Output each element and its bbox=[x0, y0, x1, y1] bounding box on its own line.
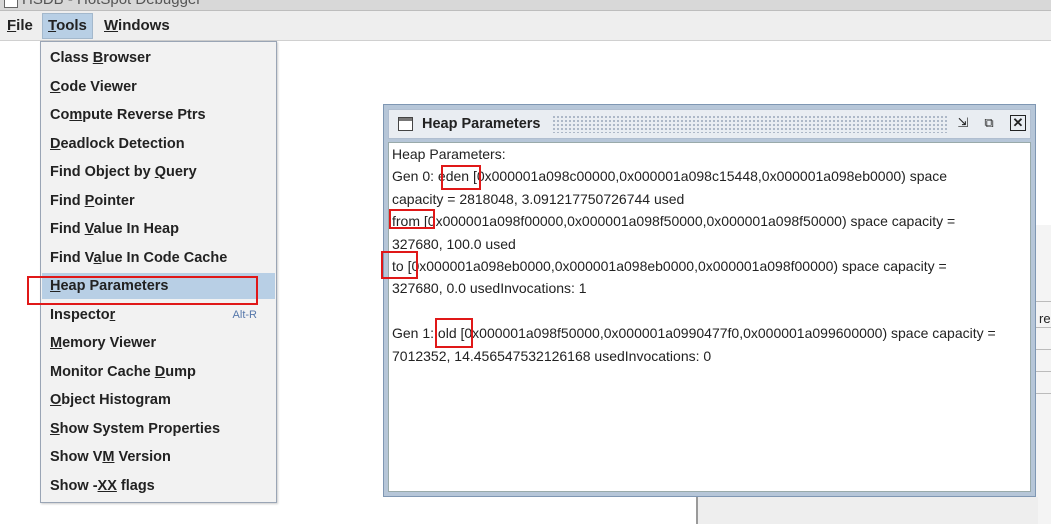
heap-text-line: 7012352, 14.456547532126168 usedInvocati… bbox=[392, 347, 712, 364]
heap-text-line: capacity = 2818048, 3.091217750726744 us… bbox=[392, 190, 685, 207]
menu-bar: File Tools Windows bbox=[0, 11, 1051, 41]
menu-item-find-value-in-code-cache[interactable]: Find Value In Code Cache bbox=[42, 245, 275, 271]
menu-item-label: Find Value In Heap bbox=[50, 221, 179, 237]
heap-parameters-window: Heap Parameters ⇲ ⧉ ✕ Heap Parameters: Ge… bbox=[383, 104, 1036, 497]
menu-item-label: Memory Viewer bbox=[50, 335, 157, 351]
menu-item-label: Inspector bbox=[50, 306, 116, 323]
menu-item-label: Compute Reverse Ptrs bbox=[50, 107, 206, 123]
close-icon[interactable]: ✕ bbox=[1010, 115, 1026, 131]
partial-label: re bbox=[1039, 311, 1051, 326]
menu-item-show-vm-version[interactable]: Show VM Version bbox=[42, 444, 275, 470]
menu-item-label: Object Histogram bbox=[50, 392, 171, 408]
heap-text-line: 327680, 0.0 usedInvocations: 1 bbox=[392, 280, 587, 297]
menu-item-label: Find Value In Code Cache bbox=[50, 249, 228, 266]
menu-item-find-pointer[interactable]: Find Pointer bbox=[42, 188, 275, 214]
menu-item-class-browser[interactable]: Class Browser bbox=[42, 45, 275, 71]
heap-text-line: 327680, 100.0 used bbox=[392, 235, 516, 252]
highlight-heap-parameters bbox=[27, 276, 258, 305]
menu-item-label: Code Viewer bbox=[50, 78, 137, 95]
menu-windows[interactable]: Windows bbox=[99, 14, 175, 38]
heap-text-line: to [0x000001a098eb0000,0x000001a098eb000… bbox=[392, 258, 947, 274]
menu-item-find-object-by-query[interactable]: Find Object by Query bbox=[42, 159, 275, 185]
menu-item-memory-viewer[interactable]: Memory Viewer bbox=[42, 330, 275, 356]
app-icon bbox=[4, 0, 18, 8]
frame-icon bbox=[398, 117, 413, 131]
iconify-icon[interactable]: ⇲ bbox=[955, 115, 971, 131]
title-bar: HSDB - HotSpot Debugger bbox=[0, 0, 1051, 11]
menu-item-label: Show -XX flags bbox=[50, 477, 155, 494]
menu-item-label: Show VM Version bbox=[50, 449, 171, 465]
highlight-to bbox=[381, 251, 418, 279]
heap-text-line: Gen 1: old [0x000001a098f50000,0x000001a… bbox=[392, 325, 996, 342]
highlight-eden bbox=[441, 165, 481, 190]
menu-item-label: Show System Properties bbox=[50, 420, 221, 437]
menu-item-monitor-cache-dump[interactable]: Monitor Cache Dump bbox=[42, 359, 275, 385]
internal-frame-titlebar[interactable]: Heap Parameters ⇲ ⧉ ✕ bbox=[388, 109, 1031, 139]
titlebar-grip bbox=[552, 115, 949, 133]
menu-item-inspector[interactable]: Inspector Alt-R bbox=[42, 302, 275, 328]
menu-tools[interactable]: Tools bbox=[42, 13, 93, 39]
tools-menu-dropdown: Class Browser Code Viewer Compute Reverse … bbox=[40, 41, 277, 503]
menu-item-label: Deadlock Detection bbox=[50, 135, 185, 152]
heap-text-line: from [0x000001a098f00000,0x000001a098f50… bbox=[392, 213, 956, 230]
accelerator-label: Alt-R bbox=[232, 308, 257, 321]
menu-item-label: Find Object by Query bbox=[50, 164, 197, 180]
menu-item-object-histogram[interactable]: Object Histogram bbox=[42, 387, 275, 413]
background-frame bbox=[696, 497, 1038, 524]
highlight-old bbox=[435, 318, 473, 348]
menu-item-find-value-in-heap[interactable]: Find Value In Heap bbox=[42, 216, 275, 242]
menu-item-show-system-properties[interactable]: Show System Properties bbox=[42, 416, 275, 442]
menu-file[interactable]: File bbox=[2, 14, 38, 38]
menu-item-code-viewer[interactable]: Code Viewer bbox=[42, 74, 275, 100]
frame-title: Heap Parameters bbox=[422, 116, 541, 132]
maximize-icon[interactable]: ⧉ bbox=[981, 115, 997, 131]
menu-item-label: Find Pointer bbox=[50, 192, 135, 209]
heap-parameters-text-area[interactable]: Heap Parameters: Gen 0: eden [0x000001a09… bbox=[388, 142, 1031, 492]
background-panel: re bbox=[1035, 225, 1051, 524]
menu-item-compute-reverse-ptrs[interactable]: Compute Reverse Ptrs bbox=[42, 102, 275, 128]
menu-item-deadlock-detection[interactable]: Deadlock Detection bbox=[42, 131, 275, 157]
menu-item-label: Monitor Cache Dump bbox=[50, 363, 196, 380]
menu-item-show-xx-flags[interactable]: Show -XX flags bbox=[42, 473, 275, 499]
highlight-from bbox=[389, 209, 435, 229]
heap-text-line: Heap Parameters: bbox=[392, 146, 506, 162]
menu-item-label: Class Browser bbox=[50, 50, 151, 66]
window-title: HSDB - HotSpot Debugger bbox=[22, 0, 201, 8]
